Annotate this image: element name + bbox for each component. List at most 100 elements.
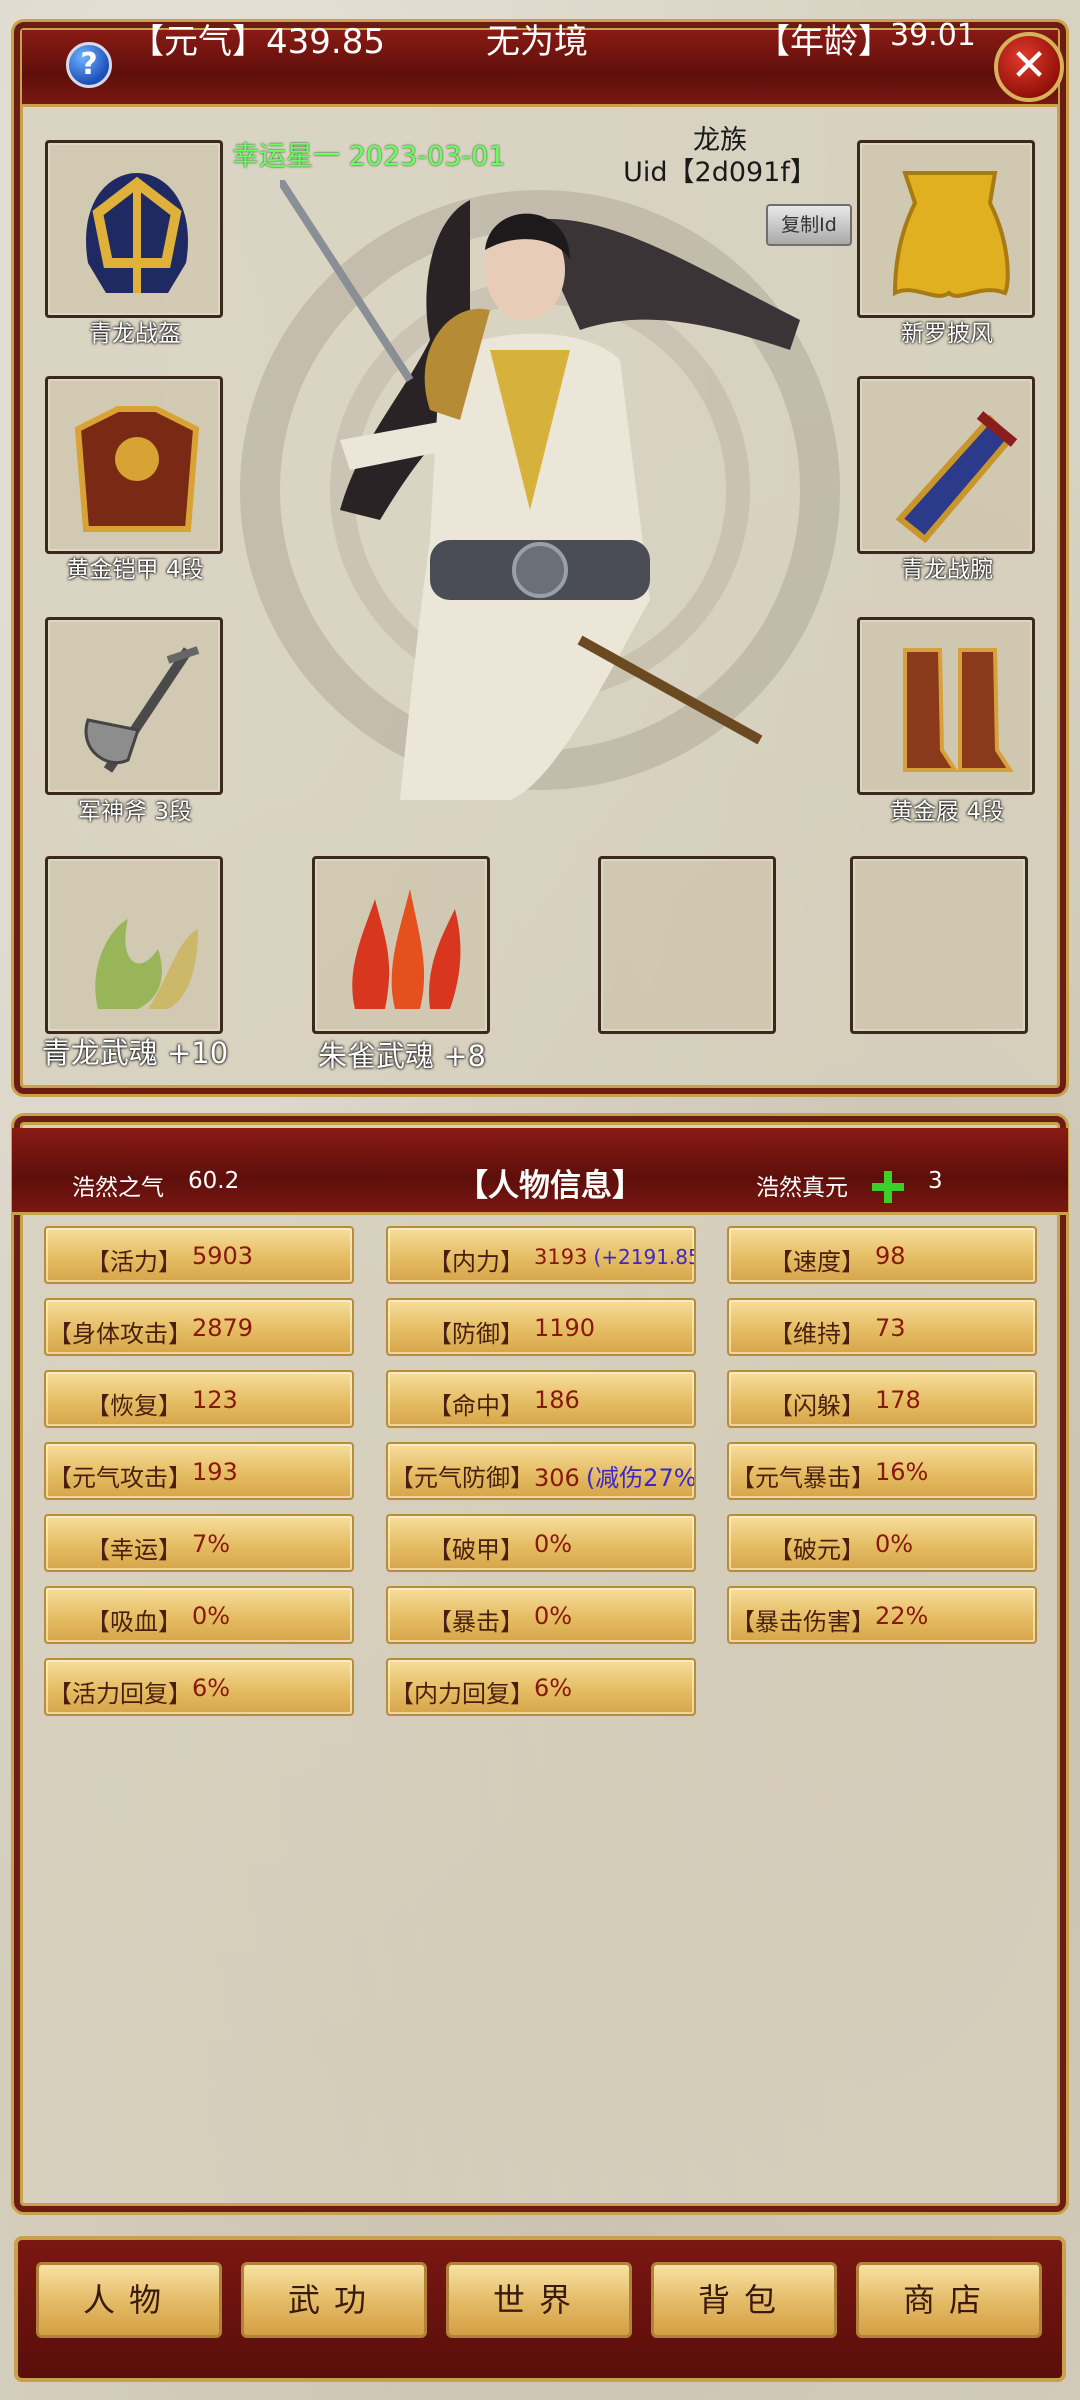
stat-value: 6% [534, 1674, 572, 1702]
stat-cell: 【破元】 0% [727, 1514, 1037, 1572]
vermilion-bird-soul-icon [352, 889, 461, 1009]
stat-cell: 【幸运】 7% [44, 1514, 354, 1572]
slot-soul-3[interactable] [598, 856, 776, 1034]
help-icon[interactable]: ? [66, 42, 112, 88]
zhenyuan-value: 3 [928, 1168, 943, 1194]
stat-value-text: 193 [192, 1458, 238, 1486]
stat-value: 306 (减伤27%) [534, 1458, 696, 1493]
stat-value: 5903 [192, 1242, 253, 1270]
stat-cell: 【活力回复】 6% [44, 1658, 354, 1716]
stat-value-text: 73 [875, 1314, 906, 1342]
stat-label: 【闪躲】 [769, 1392, 865, 1420]
stat-label: 【暴击】 [428, 1608, 524, 1636]
azure-dragon-soul-icon [95, 919, 198, 1009]
slot-soul-2[interactable] [312, 856, 490, 1034]
slot-armor-label: 黄金铠甲 4段 [66, 557, 204, 583]
plus-icon[interactable] [869, 1168, 907, 1206]
nav-skills-button[interactable]: 武功 [241, 2262, 427, 2338]
stat-cell: 【元气攻击】 193 [44, 1442, 354, 1500]
stat-value-text: 0% [534, 1602, 573, 1630]
stat-label: 【破甲】 [428, 1536, 524, 1564]
stat-cell: 【速度】 98 [727, 1226, 1037, 1284]
stat-label: 【活力】 [86, 1248, 182, 1276]
nav-bag-button[interactable]: 背包 [651, 2262, 837, 2338]
stat-value-text: 306 [534, 1464, 580, 1492]
stat-label: 【元气攻击】 [48, 1464, 192, 1492]
stat-value-text: 186 [534, 1386, 580, 1414]
stat-value-text: 6% [192, 1674, 231, 1702]
slot-soul-1[interactable] [45, 856, 223, 1034]
stat-label: 【防御】 [428, 1320, 524, 1348]
lucky-star-label: 幸运星一 2023-03-01 [232, 141, 506, 172]
stat-cell: 【破甲】 0% [386, 1514, 696, 1572]
stat-value-text: 0% [875, 1530, 914, 1558]
stat-cell: 【命中】 186 [386, 1370, 696, 1428]
stat-value-text: 22% [875, 1602, 929, 1630]
yuanqi-value: 【元气】439.85 [130, 22, 385, 62]
nav-world-button[interactable]: 世界 [446, 2262, 632, 2338]
stat-value: 22% [875, 1602, 928, 1630]
bracer-icon [895, 411, 1018, 544]
nav-shop-button[interactable]: 商店 [856, 2262, 1042, 2338]
stat-cell: 【闪躲】 178 [727, 1370, 1037, 1428]
stat-value: 0% [875, 1530, 913, 1558]
stat-label: 【命中】 [428, 1392, 524, 1420]
stat-value: 16% [875, 1458, 928, 1486]
stat-value-text: 2879 [192, 1314, 254, 1342]
character-portrait [280, 180, 800, 800]
stat-value: 7% [192, 1530, 230, 1558]
stat-cell: 【元气防御】 306 (减伤27%) [386, 1442, 696, 1500]
stat-cell: 【防御】 1190 [386, 1298, 696, 1356]
slot-helmet-label: 青龙战盔 [89, 321, 181, 347]
slot-weapon-label: 军神斧 3段 [78, 799, 192, 825]
stat-value: 178 [875, 1386, 921, 1414]
nav-character-button[interactable]: 人物 [36, 2262, 222, 2338]
slot-cape[interactable] [857, 140, 1035, 318]
stat-value-text: 0% [534, 1530, 573, 1558]
haoran-label: 浩然之气 [72, 1175, 164, 1201]
stat-value: 73 [875, 1314, 906, 1342]
slot-bracer[interactable] [857, 376, 1035, 554]
stat-label: 【速度】 [769, 1248, 865, 1276]
stat-value-text: 98 [875, 1242, 906, 1270]
stat-value: 123 [192, 1386, 238, 1414]
stat-extra: (减伤27%) [585, 1464, 696, 1492]
stat-value: 2879 [192, 1314, 253, 1342]
slot-helmet[interactable] [45, 140, 223, 318]
slot-boots[interactable] [857, 617, 1035, 795]
stat-value-text: 0% [192, 1602, 231, 1630]
slot-boots-label: 黄金屐 4段 [890, 799, 1004, 825]
helmet-icon [86, 173, 188, 293]
stat-value: 1190 [534, 1314, 595, 1342]
stat-label: 【内力】 [428, 1248, 524, 1276]
stat-label: 【吸血】 [86, 1608, 182, 1636]
stat-value-text: 3193 [534, 1245, 588, 1269]
stat-label: 【破元】 [769, 1536, 865, 1564]
stat-value: 193 [192, 1458, 238, 1486]
stat-value-text: 5903 [192, 1242, 254, 1270]
boots-icon [903, 648, 1014, 772]
slot-soul-2-label: 朱雀武魂 +8 [318, 1039, 486, 1073]
realm-label: 无为境 [486, 22, 588, 62]
stat-cell: 【暴击伤害】 22% [727, 1586, 1037, 1644]
slot-soul-4[interactable] [850, 856, 1028, 1034]
stat-cell: 【内力】 3193(+2191.857) [386, 1226, 696, 1284]
stat-label: 【元气防御】 [390, 1464, 534, 1492]
slot-soul-1-label: 青龙武魂 +10 [41, 1036, 229, 1070]
slot-weapon[interactable] [45, 617, 223, 795]
axe-icon [84, 646, 200, 773]
close-button[interactable]: ✕ [994, 32, 1064, 102]
stat-value: 0% [534, 1602, 572, 1630]
age-value: 39.01 [890, 18, 976, 53]
stat-value: 0% [534, 1530, 572, 1558]
stat-extra: (+2191.857) [593, 1245, 694, 1269]
stat-value-text: 7% [192, 1530, 231, 1558]
stat-label: 【暴击伤害】 [731, 1608, 875, 1636]
slot-armor[interactable] [45, 376, 223, 554]
stat-label: 【内力回复】 [390, 1680, 534, 1708]
stat-cell: 【恢复】 123 [44, 1370, 354, 1428]
zhenyuan-label: 浩然真元 [756, 1175, 848, 1201]
stat-value: 0% [192, 1602, 230, 1630]
stat-cell: 【活力】 5903 [44, 1226, 354, 1284]
slot-bracer-label: 青龙战腕 [901, 557, 993, 583]
